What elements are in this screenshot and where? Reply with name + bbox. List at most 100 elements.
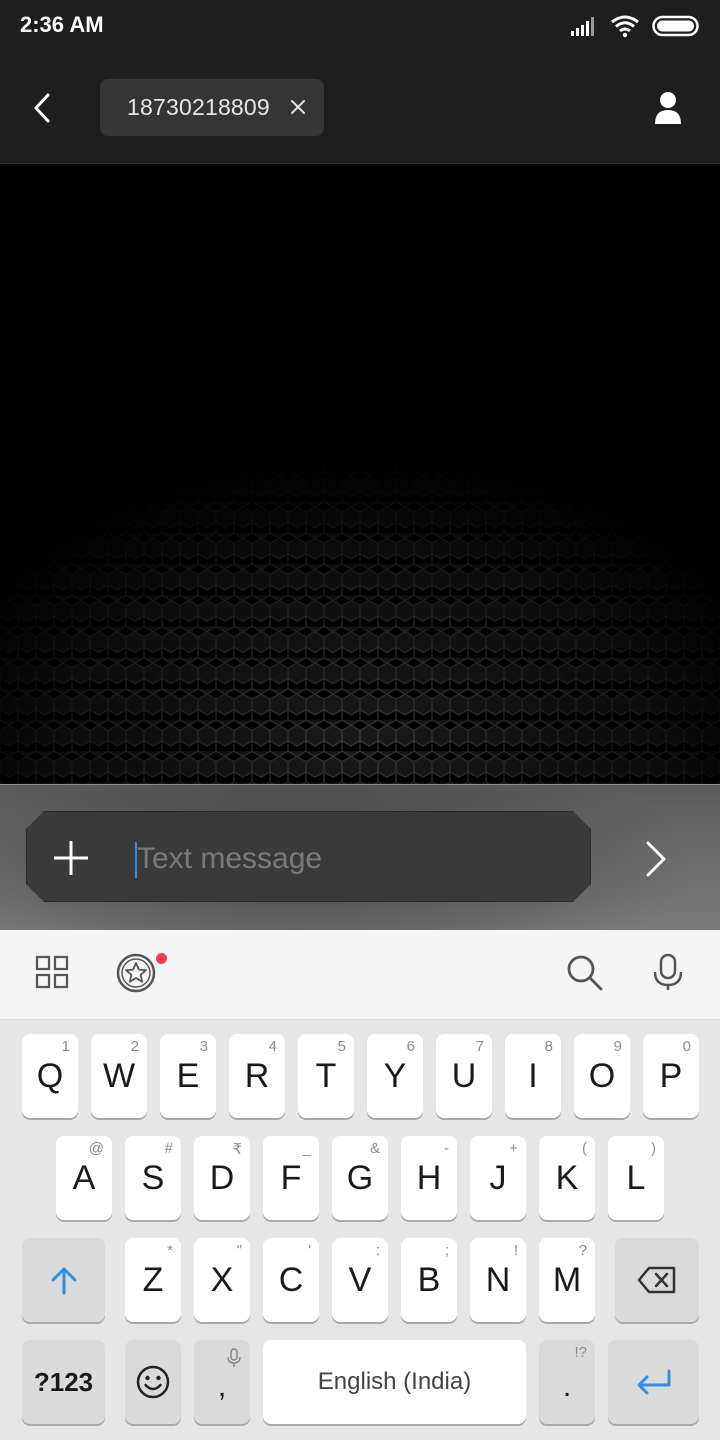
stickers-button[interactable] xyxy=(115,952,156,993)
key-j[interactable]: + J xyxy=(470,1136,526,1220)
key-hint: 6 xyxy=(406,1038,415,1055)
key-r[interactable]: 4 R xyxy=(229,1034,285,1118)
recipient-chip[interactable]: 18730218809 xyxy=(100,79,324,136)
star-badge-icon xyxy=(116,953,156,993)
key-hint: !? xyxy=(574,1344,587,1361)
key-hint: 8 xyxy=(544,1038,553,1055)
period-key[interactable]: !? . xyxy=(539,1340,595,1424)
emoji-icon xyxy=(136,1365,170,1399)
key-u[interactable]: 7 U xyxy=(436,1034,492,1118)
key-hint: 9 xyxy=(613,1038,622,1055)
microphone-icon xyxy=(653,953,683,990)
key-c[interactable]: ' C xyxy=(263,1238,319,1322)
key-hint: - xyxy=(444,1140,449,1157)
space-key-label: English (India) xyxy=(317,1368,472,1395)
key-z[interactable]: * Z xyxy=(125,1238,181,1322)
key-o[interactable]: 9 O xyxy=(574,1034,630,1118)
key-i[interactable]: 8 I xyxy=(505,1034,561,1118)
key-hint: # xyxy=(164,1140,173,1157)
key-e[interactable]: 3 E xyxy=(160,1034,216,1118)
key-hint: ? xyxy=(578,1242,587,1259)
key-x[interactable]: " X xyxy=(194,1238,250,1322)
key-label: X xyxy=(210,1260,234,1299)
keyboard-toolbar xyxy=(0,930,720,1020)
space-key[interactable]: English (India) xyxy=(263,1340,526,1424)
comma-key-label: , xyxy=(217,1370,227,1403)
key-label: I xyxy=(528,1056,538,1095)
key-hint: 5 xyxy=(337,1038,346,1055)
key-label: O xyxy=(588,1056,616,1095)
wifi-icon xyxy=(611,15,639,38)
key-hint: ; xyxy=(444,1242,449,1259)
key-label: B xyxy=(417,1260,441,1299)
key-hint: ( xyxy=(582,1140,587,1157)
battery-icon xyxy=(652,15,699,37)
key-h[interactable]: - H xyxy=(401,1136,457,1220)
send-button[interactable] xyxy=(636,839,676,879)
key-hint: ) xyxy=(651,1140,656,1157)
key-hint: " xyxy=(236,1242,242,1259)
key-hint: 1 xyxy=(61,1038,70,1055)
key-v[interactable]: : V xyxy=(332,1238,388,1322)
key-g[interactable]: & G xyxy=(332,1136,388,1220)
key-hint: + xyxy=(509,1140,518,1157)
key-hint: & xyxy=(369,1140,380,1157)
key-p[interactable]: 0 P xyxy=(643,1034,699,1118)
key-hint: ' xyxy=(308,1242,311,1259)
symbols-key[interactable]: ?123 xyxy=(22,1340,105,1424)
key-hint: 0 xyxy=(682,1038,691,1055)
keyboard: 1 Q 2 W 3 E 4 R 5 T 6 Y 7 U 8 I 9 O 0 P … xyxy=(0,1020,720,1440)
key-hint: ₹ xyxy=(232,1141,242,1158)
key-y[interactable]: 6 Y xyxy=(367,1034,423,1118)
comma-key[interactable]: , xyxy=(194,1340,250,1424)
attach-button[interactable] xyxy=(53,840,89,876)
key-m[interactable]: ? M xyxy=(539,1238,595,1322)
key-t[interactable]: 5 T xyxy=(298,1034,354,1118)
chevron-right-icon xyxy=(646,841,666,877)
emoji-key[interactable] xyxy=(125,1340,181,1424)
signal-icon xyxy=(571,17,594,36)
enter-key[interactable] xyxy=(608,1340,699,1424)
key-q[interactable]: 1 Q xyxy=(22,1034,78,1118)
key-s[interactable]: # S xyxy=(125,1136,181,1220)
key-label: D xyxy=(209,1158,235,1197)
key-n[interactable]: ! N xyxy=(470,1238,526,1322)
search-button[interactable] xyxy=(564,952,604,992)
key-label: T xyxy=(315,1056,337,1095)
message-input-box[interactable] xyxy=(26,811,591,902)
key-label: Z xyxy=(142,1260,164,1299)
person-icon xyxy=(655,92,681,124)
key-hint: 2 xyxy=(130,1038,139,1055)
status-bar: 2:36 AM xyxy=(0,0,720,52)
period-key-label: . xyxy=(562,1370,572,1403)
contact-button[interactable] xyxy=(652,90,684,126)
key-label: P xyxy=(659,1056,683,1095)
apps-button[interactable] xyxy=(32,952,72,992)
key-label: M xyxy=(552,1260,582,1299)
compose-bar xyxy=(0,784,720,931)
key-label: K xyxy=(555,1158,579,1197)
voice-input-button[interactable] xyxy=(648,952,688,992)
key-label: Q xyxy=(36,1056,64,1095)
key-w[interactable]: 2 W xyxy=(91,1034,147,1118)
plus-icon xyxy=(53,840,89,876)
key-k[interactable]: ( K xyxy=(539,1136,595,1220)
remove-recipient-button[interactable] xyxy=(288,97,308,117)
key-a[interactable]: @ A xyxy=(56,1136,112,1220)
backspace-key[interactable] xyxy=(615,1238,699,1322)
key-label: V xyxy=(348,1260,372,1299)
key-b[interactable]: ; B xyxy=(401,1238,457,1322)
back-button[interactable] xyxy=(22,86,62,130)
key-hint: _ xyxy=(302,1140,311,1157)
key-label: R xyxy=(244,1056,270,1095)
key-label: J xyxy=(489,1158,507,1197)
key-l[interactable]: ) L xyxy=(608,1136,664,1220)
key-label: F xyxy=(280,1158,302,1197)
message-input[interactable] xyxy=(137,836,557,882)
key-d[interactable]: ₹ D xyxy=(194,1136,250,1220)
key-f[interactable]: _ F xyxy=(263,1136,319,1220)
notification-dot xyxy=(156,953,167,964)
shift-key[interactable] xyxy=(22,1238,105,1322)
key-hint: : xyxy=(375,1242,380,1259)
recipient-number: 18730218809 xyxy=(127,94,270,120)
